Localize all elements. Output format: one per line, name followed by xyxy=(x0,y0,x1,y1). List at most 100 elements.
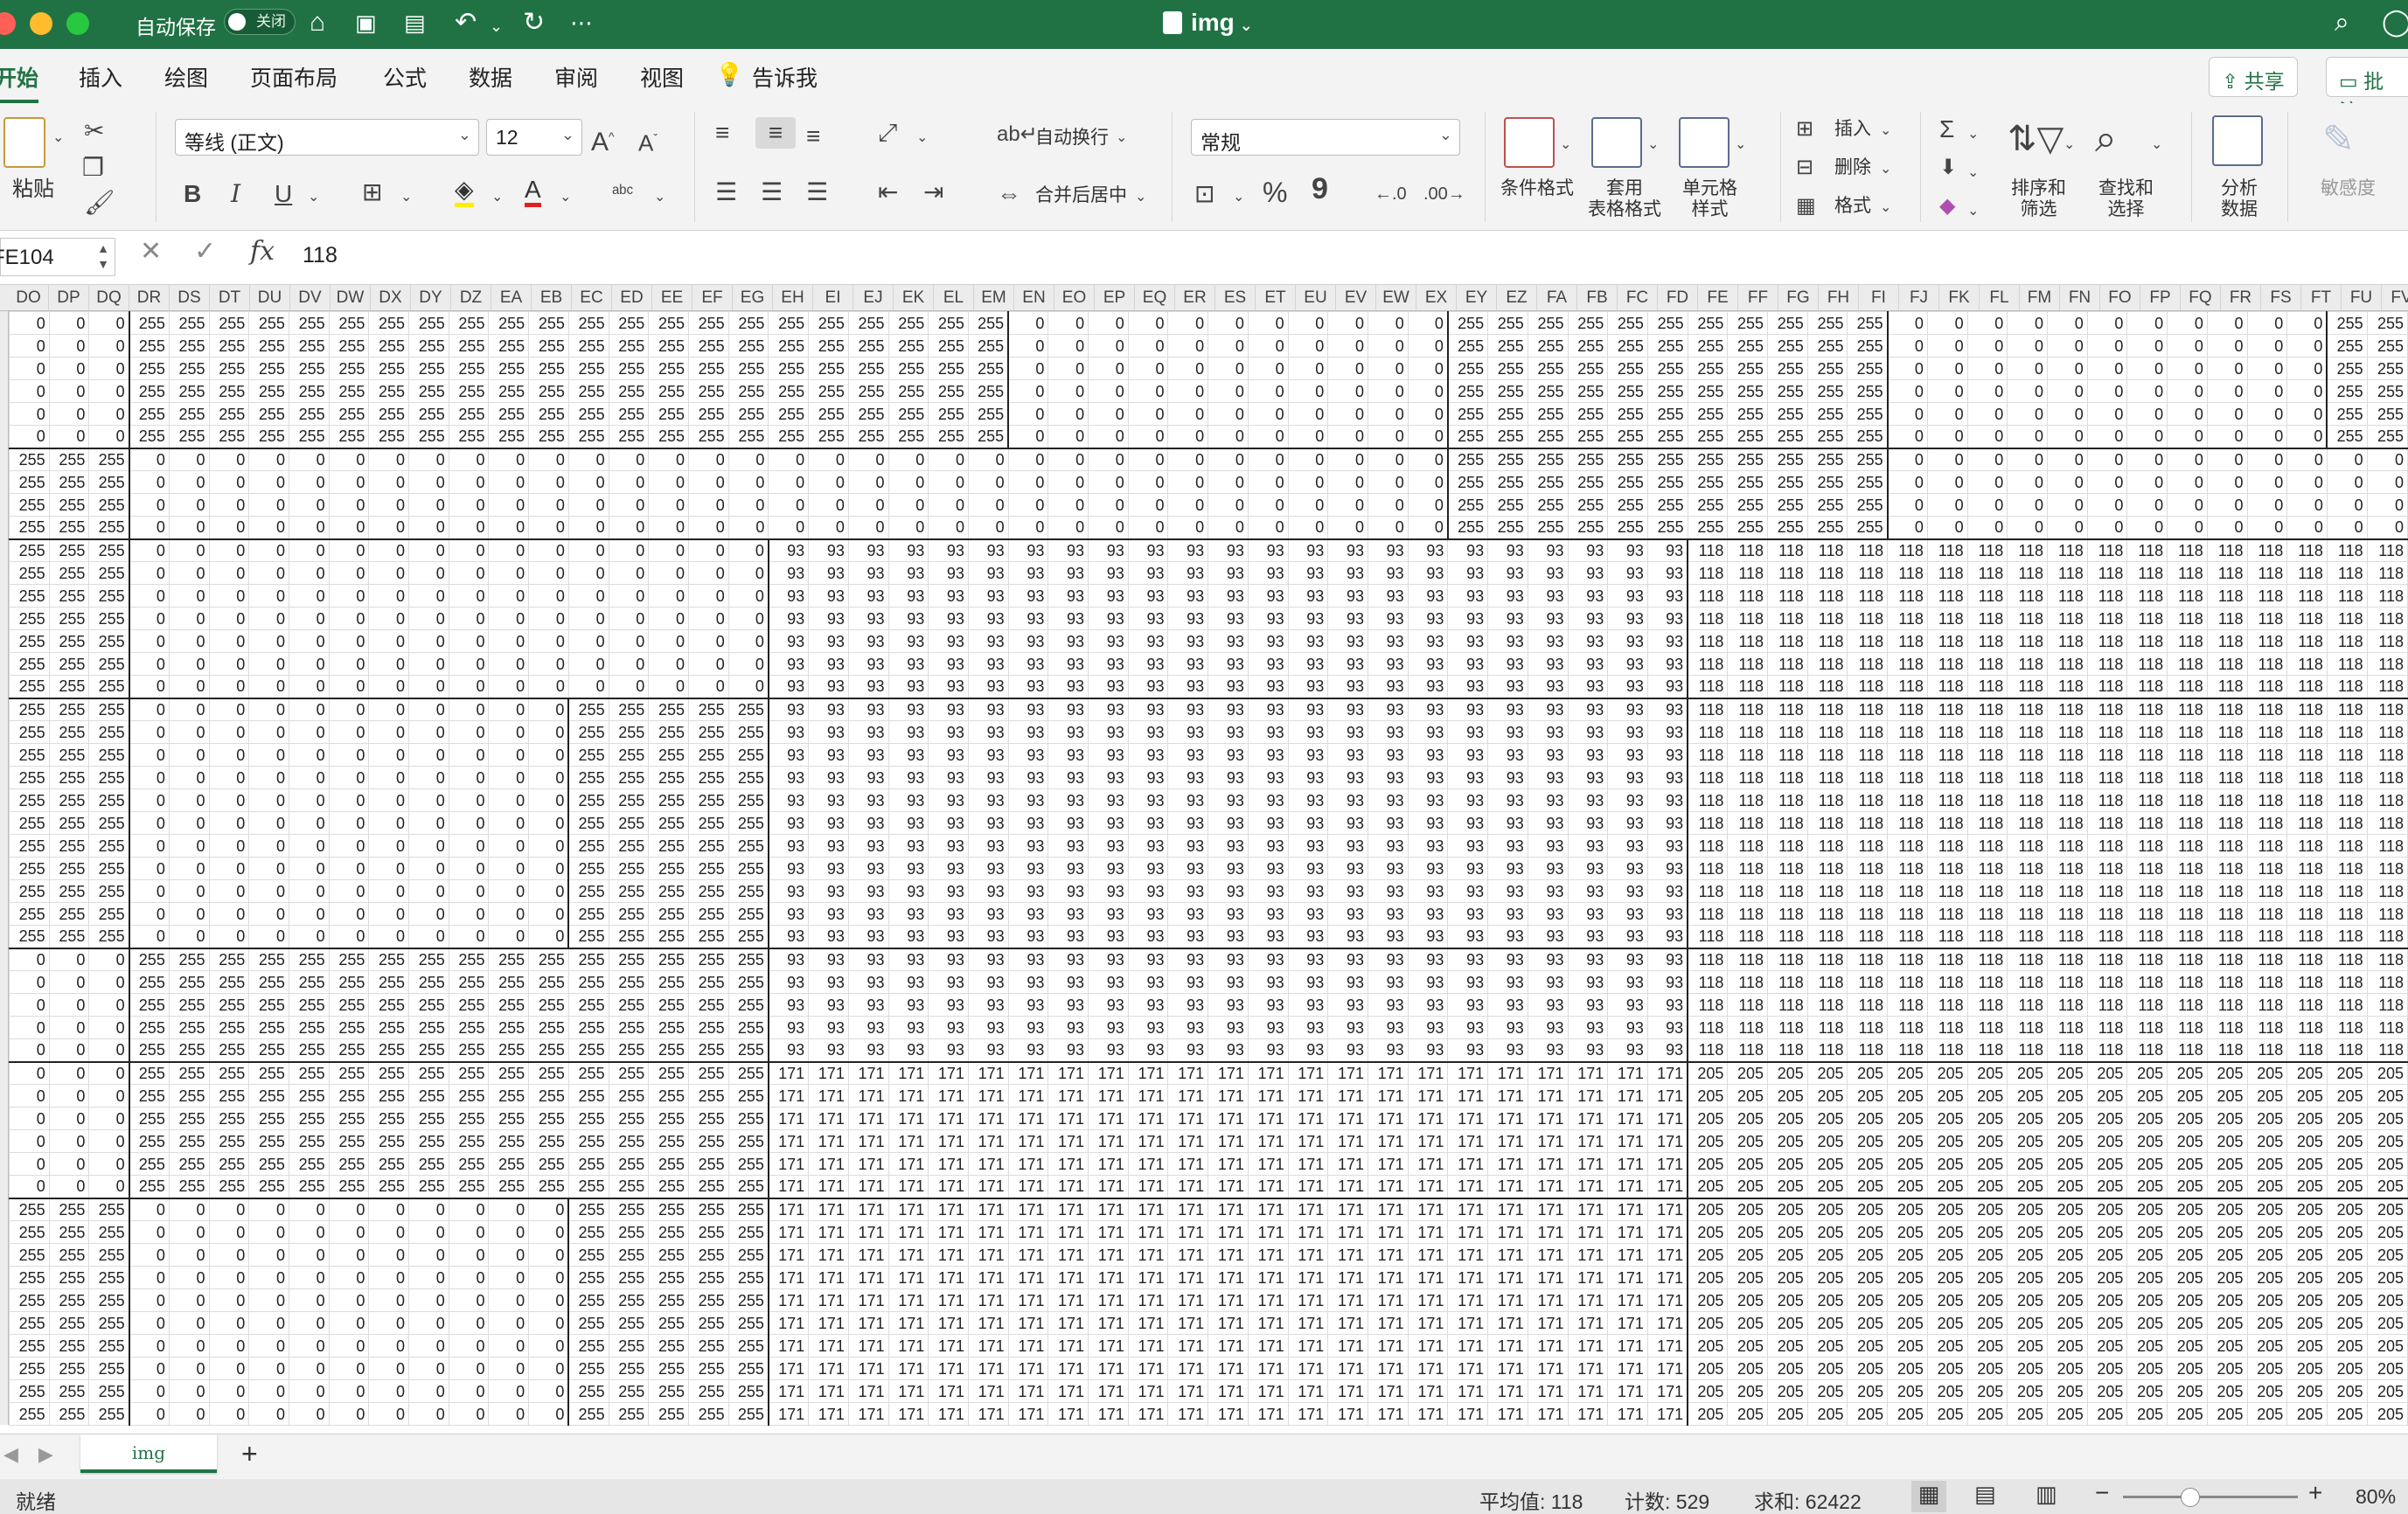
cell[interactable]: 0 xyxy=(727,584,769,608)
cell[interactable]: 255 xyxy=(328,1175,370,1198)
cell[interactable]: 171 xyxy=(1088,1266,1129,1289)
cell[interactable]: 205 xyxy=(2206,1220,2248,1244)
cell[interactable]: 0 xyxy=(248,447,289,471)
cell[interactable]: 255 xyxy=(88,447,130,471)
cell[interactable]: 0 xyxy=(9,1175,50,1198)
cell[interactable]: 0 xyxy=(208,470,250,494)
cell[interactable]: 171 xyxy=(928,1175,969,1198)
cell[interactable]: 205 xyxy=(1966,1379,2008,1403)
cell[interactable]: 255 xyxy=(328,357,370,380)
cell[interactable]: 171 xyxy=(1487,1311,1528,1335)
cell[interactable]: 0 xyxy=(168,629,210,653)
cell[interactable]: 255 xyxy=(967,311,1009,335)
cell[interactable]: 118 xyxy=(1926,766,1968,789)
cell[interactable]: 205 xyxy=(2007,1266,2049,1289)
cell[interactable]: 0 xyxy=(2366,470,2408,494)
cell[interactable]: 93 xyxy=(967,834,1009,858)
cell[interactable]: 0 xyxy=(528,834,569,858)
cell[interactable]: 171 xyxy=(1527,1175,1569,1198)
cell[interactable]: 93 xyxy=(967,607,1009,630)
cell[interactable]: 0 xyxy=(408,811,449,835)
cell[interactable]: 93 xyxy=(967,720,1009,744)
save-icon[interactable]: ▣ xyxy=(355,7,377,38)
cell[interactable]: 118 xyxy=(1806,561,1848,585)
cell[interactable]: 255 xyxy=(648,311,689,335)
cell[interactable]: 0 xyxy=(248,720,289,744)
insert-function-icon[interactable]: fx xyxy=(250,236,275,267)
cell[interactable]: 118 xyxy=(2086,902,2128,926)
cell[interactable]: 93 xyxy=(1007,857,1049,880)
cell[interactable]: 255 xyxy=(168,970,210,994)
cell[interactable]: 93 xyxy=(1447,584,1489,608)
cell[interactable]: 93 xyxy=(1287,675,1329,698)
cell[interactable]: 0 xyxy=(48,1129,90,1153)
cell[interactable]: 0 xyxy=(368,766,410,789)
cell[interactable]: 171 xyxy=(1646,1357,1688,1380)
cell[interactable]: 171 xyxy=(1007,1402,1049,1426)
cell[interactable]: 93 xyxy=(1327,1038,1368,1062)
cell[interactable]: 205 xyxy=(1847,1311,1889,1335)
cell[interactable]: 118 xyxy=(1727,584,1769,608)
cell[interactable]: 255 xyxy=(288,993,330,1017)
cell[interactable]: 118 xyxy=(1887,902,1928,926)
cell[interactable]: 255 xyxy=(88,857,130,880)
cell[interactable]: 205 xyxy=(1767,1175,1808,1198)
column-header[interactable]: EP xyxy=(1095,285,1135,310)
cell[interactable]: 0 xyxy=(488,925,530,948)
cell[interactable]: 93 xyxy=(1247,947,1289,971)
cell[interactable]: 118 xyxy=(2047,857,2088,880)
cell[interactable]: 118 xyxy=(1806,697,1848,721)
cell[interactable]: 118 xyxy=(1966,584,2008,608)
cell[interactable]: 118 xyxy=(1806,1038,1848,1062)
cell[interactable]: 0 xyxy=(248,1379,289,1403)
cell[interactable]: 171 xyxy=(1447,1197,1489,1221)
cell[interactable]: 118 xyxy=(2246,538,2288,562)
cell[interactable]: 118 xyxy=(2047,766,2088,789)
cell[interactable]: 0 xyxy=(408,538,449,562)
orientation-dropdown-icon[interactable]: ⌄ xyxy=(916,122,928,154)
cell[interactable]: 118 xyxy=(1926,925,1968,948)
cell[interactable]: 93 xyxy=(1287,584,1329,608)
cell[interactable]: 0 xyxy=(488,1266,530,1289)
cell[interactable]: 118 xyxy=(2126,538,2168,562)
cell[interactable]: 0 xyxy=(608,516,650,539)
cell[interactable]: 0 xyxy=(608,675,650,698)
cell[interactable]: 0 xyxy=(128,1288,170,1312)
cell[interactable]: 93 xyxy=(1646,561,1688,585)
cell[interactable]: 93 xyxy=(1047,811,1089,835)
cell[interactable]: 171 xyxy=(808,1060,849,1085)
cell[interactable]: 93 xyxy=(1607,561,1648,585)
more-icon[interactable]: ⋯ xyxy=(570,7,593,38)
cell[interactable]: 118 xyxy=(1966,743,2008,767)
column-header[interactable]: FT xyxy=(2301,285,2342,310)
cell[interactable]: 0 xyxy=(488,470,530,494)
cell[interactable]: 118 xyxy=(2086,766,2128,789)
cell[interactable]: 171 xyxy=(1127,1311,1169,1335)
cell[interactable]: 118 xyxy=(1806,1016,1848,1039)
cell[interactable]: 93 xyxy=(1207,879,1249,903)
cell[interactable]: 171 xyxy=(1207,1334,1249,1358)
cell[interactable]: 205 xyxy=(2047,1152,2088,1176)
cell[interactable]: 0 xyxy=(2086,402,2128,426)
cell[interactable]: 118 xyxy=(1687,879,1729,903)
cell[interactable]: 255 xyxy=(688,1311,729,1335)
insert-cells-button[interactable]: 插入 xyxy=(1834,119,1871,140)
cell[interactable]: 171 xyxy=(1447,1060,1489,1085)
cell[interactable]: 0 xyxy=(288,1288,330,1312)
column-header[interactable]: DZ xyxy=(451,285,491,310)
cell[interactable]: 171 xyxy=(1447,1266,1489,1289)
cell[interactable]: 0 xyxy=(128,743,170,767)
cell[interactable]: 93 xyxy=(1607,720,1648,744)
cell[interactable]: 93 xyxy=(1327,629,1368,653)
cell[interactable]: 93 xyxy=(1447,902,1489,926)
cell[interactable]: 255 xyxy=(48,834,90,858)
column-header[interactable]: FG xyxy=(1778,285,1819,310)
cell[interactable]: 118 xyxy=(2047,970,2088,994)
cell[interactable]: 118 xyxy=(2206,584,2248,608)
cell[interactable]: 0 xyxy=(328,1243,370,1267)
cell[interactable]: 171 xyxy=(1088,1152,1129,1176)
cell[interactable]: 255 xyxy=(168,379,210,403)
cell[interactable]: 255 xyxy=(688,357,729,380)
cell[interactable]: 0 xyxy=(448,538,490,562)
cell[interactable]: 0 xyxy=(528,607,569,630)
